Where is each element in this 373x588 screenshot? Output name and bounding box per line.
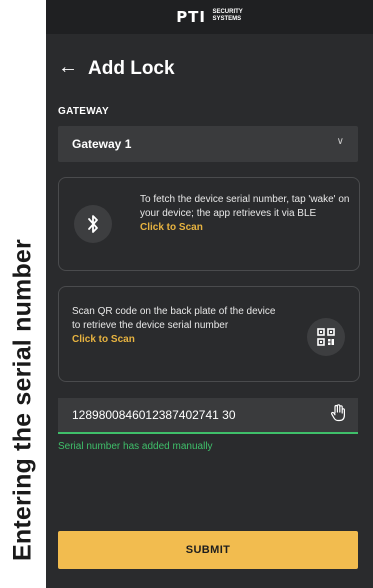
logo-sub-line-2: SYSTEMS [212,16,242,22]
app-screen: PTI SECURITY SYSTEMS ← Add Lock GATEWAY … [46,0,373,588]
ble-scan-card: To fetch the device serial number, tap '… [58,177,360,271]
ble-instructions: To fetch the device serial number, tap '… [140,193,352,235]
serial-number-value: 1289800846012387402741 30 [72,408,236,422]
back-arrow-icon[interactable]: ← [58,56,78,79]
caption-text: Entering the serial number [8,239,37,561]
chevron-down-icon: ∨ [336,136,344,147]
brand-logo: PTI SECURITY SYSTEMS [46,8,373,27]
serial-number-input[interactable]: 1289800846012387402741 30 [58,398,358,434]
ble-scan-link[interactable]: Click to Scan [140,221,352,235]
ble-instruction-text: To fetch the device serial number, tap '… [140,194,350,219]
page-title: Add Lock [88,58,175,79]
side-caption: Entering the serial number [0,0,46,588]
gateway-selected-value: Gateway 1 [72,137,132,151]
logo-subtext: SECURITY SYSTEMS [212,9,242,23]
gateway-label: GATEWAY [58,106,109,117]
qr-instruction-text: Scan QR code on the back plate of the de… [72,306,276,331]
hand-pointer-icon[interactable] [330,404,346,427]
bluetooth-icon[interactable] [74,205,112,243]
top-bar: PTI SECURITY SYSTEMS [46,0,373,34]
qr-scan-link[interactable]: Click to Scan [72,333,282,347]
logo-sub-line-1: SECURITY [212,9,243,15]
qr-instructions: Scan QR code on the back plate of the de… [72,305,282,347]
serial-helper-text: Serial number has added manually [58,441,213,452]
qr-scan-card: Scan QR code on the back plate of the de… [58,286,360,382]
qr-code-icon[interactable] [307,318,345,356]
logo-text: PTI [176,8,206,26]
submit-button[interactable]: SUBMIT [58,531,358,569]
gateway-select[interactable]: Gateway 1 ∨ [58,126,358,162]
